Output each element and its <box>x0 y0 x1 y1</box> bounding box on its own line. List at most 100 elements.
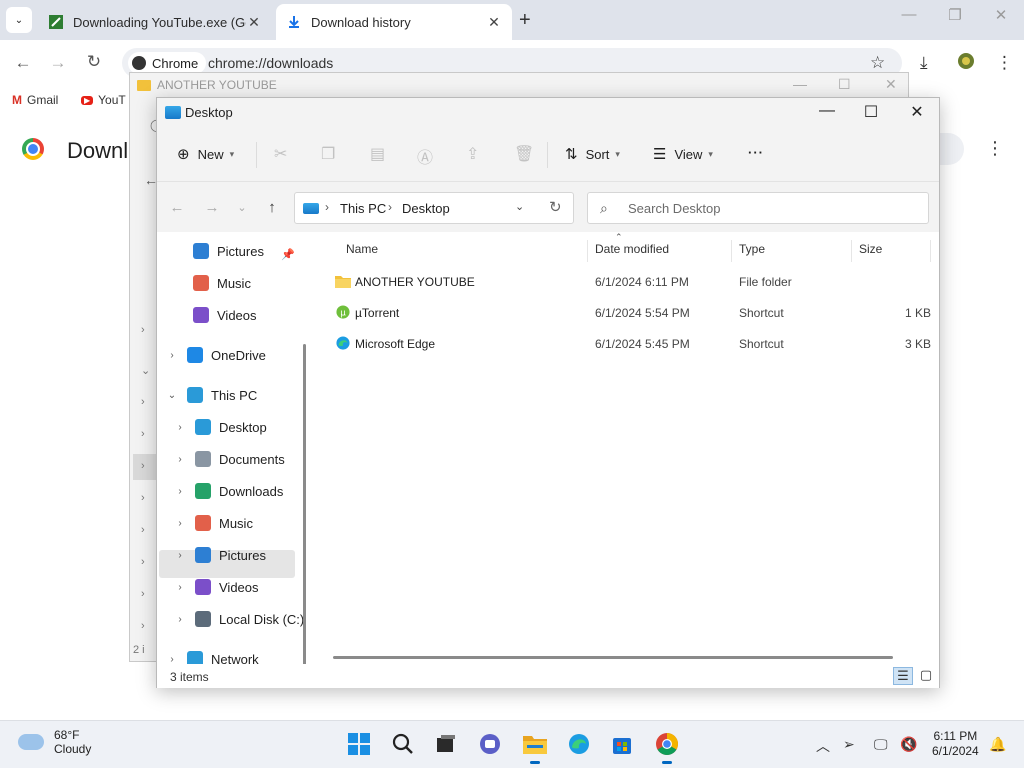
minimize-icon[interactable]: — <box>793 76 807 92</box>
chevron-right-icon[interactable]: › <box>173 422 187 433</box>
close-tab-icon[interactable]: ✕ <box>486 14 502 31</box>
location-icon[interactable]: ➢ <box>843 736 855 753</box>
column-header-type[interactable]: Type <box>739 242 765 256</box>
nav-item-desktop[interactable]: › Desktop <box>173 414 267 440</box>
microsoft-store-icon[interactable] <box>609 731 635 757</box>
nav-item-this-pc[interactable]: ⌄ This PC <box>165 382 257 408</box>
extension-icon[interactable] <box>956 53 976 76</box>
share-icon[interactable]: ⇪ <box>466 144 479 164</box>
column-divider[interactable] <box>851 240 852 262</box>
rename-icon[interactable]: Ⓐ <box>417 144 433 168</box>
chevron-right-icon[interactable]: › <box>165 654 179 665</box>
volume-muted-icon[interactable]: 🔇 <box>900 736 917 753</box>
column-header-date[interactable]: Date modified <box>595 242 669 256</box>
tiles-view-icon[interactable]: ▢ <box>916 667 936 685</box>
column-divider[interactable] <box>930 240 931 262</box>
nav-item-documents[interactable]: › Documents <box>173 446 285 472</box>
file-row[interactable]: Microsoft Edge 6/1/2024 5:45 PM Shortcut… <box>331 328 931 358</box>
refresh-icon[interactable]: ↻ <box>549 198 562 216</box>
nav-item-music[interactable]: › Music <box>173 510 253 536</box>
column-divider[interactable] <box>731 240 732 262</box>
forward-arrow-icon[interactable]: → <box>45 53 71 73</box>
network-icon[interactable]: 🖵 <box>874 736 888 753</box>
chevron-right-icon[interactable]: › <box>173 614 187 625</box>
nav-scrollbar[interactable] <box>303 344 306 664</box>
column-header-name[interactable]: Name <box>346 242 378 256</box>
file-explorer-icon[interactable] <box>522 731 548 764</box>
view-button[interactable]: ☰ View ▾ <box>653 145 713 163</box>
edge-taskbar-icon[interactable] <box>566 731 592 757</box>
notifications-icon[interactable]: 🔔 <box>989 736 1006 753</box>
chevron-down-icon[interactable]: ⌄ <box>165 390 179 401</box>
chevron-right-icon[interactable]: › <box>173 486 187 497</box>
download-toolbar-icon[interactable]: ⤓ <box>920 53 928 73</box>
more-menu-icon[interactable]: ⋮ <box>986 138 1004 159</box>
bookmark-youtube[interactable]: ▶ YouT <box>81 93 126 107</box>
close-icon[interactable]: ✕ <box>901 102 933 122</box>
show-hidden-icons-icon[interactable]: ︿ <box>816 736 830 756</box>
chrome-taskbar-icon[interactable] <box>654 731 680 764</box>
maximize-icon[interactable]: ☐ <box>838 76 851 93</box>
tab-downloading-youtube[interactable]: Downloading YouTube.exe (Go ✕ <box>38 4 272 40</box>
paste-icon[interactable]: ▤ <box>370 144 385 164</box>
nav-item-videos[interactable]: Videos <box>193 302 257 328</box>
chevron-right-icon[interactable]: › <box>165 350 179 361</box>
close-icon[interactable]: ✕ <box>885 76 897 93</box>
new-button[interactable]: ⊕ New ▾ <box>177 145 234 163</box>
nav-item-pictures[interactable]: › Pictures <box>173 542 266 568</box>
column-header-size[interactable]: Size <box>859 242 882 256</box>
clock[interactable]: 6:11 PM 6/1/2024 <box>932 729 979 759</box>
chrome-menu-icon[interactable]: ⋮ <box>996 53 1013 73</box>
nav-item-downloads[interactable]: › Downloads <box>173 478 283 504</box>
details-view-icon[interactable]: ☰ <box>893 667 913 685</box>
close-icon[interactable]: ✕ <box>986 6 1016 24</box>
address-dropdown-icon[interactable]: ⌄ <box>515 200 524 213</box>
search-icon[interactable] <box>390 731 416 757</box>
nav-item-music[interactable]: Music <box>193 270 251 296</box>
nav-item-local-disk-c[interactable]: › Local Disk (C:) <box>173 606 304 632</box>
chevron-right-icon[interactable]: › <box>173 454 187 465</box>
url-text[interactable]: chrome://downloads <box>208 55 333 71</box>
new-tab-icon[interactable]: + <box>519 9 531 32</box>
back-arrow-icon[interactable]: ← <box>167 199 187 216</box>
file-row[interactable]: µ µTorrent 6/1/2024 5:54 PM Shortcut 1 K… <box>331 297 931 327</box>
maximize-icon[interactable]: ☐ <box>855 102 887 122</box>
sort-button[interactable]: ⇅ Sort ▾ <box>565 145 620 163</box>
teams-chat-icon[interactable] <box>477 731 503 757</box>
back-arrow-icon[interactable]: ← <box>10 53 36 73</box>
reload-icon[interactable]: ↻ <box>81 52 107 72</box>
nav-item-videos[interactable]: › Videos <box>173 574 259 600</box>
column-divider[interactable] <box>587 240 588 262</box>
minimize-icon[interactable]: — <box>894 6 924 23</box>
more-options-button[interactable]: ··· <box>748 145 764 160</box>
nav-item-pictures[interactable]: Pictures <box>193 238 264 264</box>
chevron-right-icon[interactable]: › <box>173 550 187 561</box>
address-bar[interactable]: › This PC › Desktop ⌄ ↻ <box>294 192 574 224</box>
nav-item-onedrive[interactable]: › OneDrive <box>165 342 266 368</box>
star-icon[interactable]: ☆ <box>870 53 885 73</box>
weather-widget[interactable]: 68°F Cloudy <box>18 728 91 756</box>
minimize-icon[interactable]: — <box>811 102 843 120</box>
chevron-right-icon[interactable]: › <box>173 582 187 593</box>
cut-icon[interactable]: ✂ <box>274 144 287 164</box>
search-box[interactable]: ⌕ Search Desktop <box>587 192 929 224</box>
bookmark-gmail[interactable]: M Gmail <box>12 93 58 107</box>
horizontal-scrollbar[interactable] <box>333 656 893 659</box>
chevron-right-icon[interactable]: › <box>173 518 187 529</box>
recent-locations-chevron-icon[interactable]: ⌄ <box>232 201 252 214</box>
up-arrow-icon[interactable]: ↑ <box>262 199 282 216</box>
restore-icon[interactable]: ❐ <box>940 6 970 24</box>
tab-download-history[interactable]: Download history ✕ <box>276 4 512 40</box>
nav-item-network[interactable]: › Network <box>165 646 259 664</box>
site-chip[interactable]: Chrome <box>128 52 207 74</box>
breadcrumb-this-pc[interactable]: This PC <box>340 201 386 216</box>
start-icon[interactable] <box>346 731 372 757</box>
file-row[interactable]: ANOTHER YOUTUBE 6/1/2024 6:11 PM File fo… <box>331 266 931 296</box>
forward-arrow-icon[interactable]: → <box>202 199 222 216</box>
task-view-icon[interactable] <box>433 731 459 757</box>
copy-icon[interactable]: ❐ <box>321 144 335 164</box>
delete-icon[interactable]: 🗑 <box>514 144 534 164</box>
close-tab-icon[interactable]: ✕ <box>246 14 262 31</box>
breadcrumb-desktop[interactable]: Desktop <box>402 201 450 216</box>
search-downloads-field[interactable] <box>938 133 964 165</box>
